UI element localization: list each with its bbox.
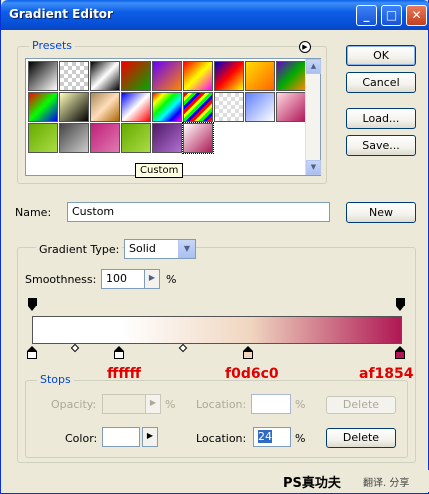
opacity-arrow-icon: ▶ bbox=[145, 394, 161, 414]
scroll-up-icon[interactable]: ▲ bbox=[306, 59, 321, 74]
minimize-icon[interactable]: _ bbox=[356, 5, 377, 26]
preset-swatch[interactable] bbox=[276, 61, 306, 91]
gradient-editor-window: Gradient Editor _ □ ✕ Presets ▶ ▲ ▼ Cust… bbox=[0, 0, 429, 494]
color-location-label: Location: bbox=[196, 432, 247, 445]
preset-swatch[interactable] bbox=[59, 92, 89, 122]
delete-opacity-button: Delete bbox=[326, 396, 396, 414]
preset-swatch[interactable] bbox=[152, 92, 182, 122]
preset-swatch[interactable] bbox=[28, 61, 58, 91]
maximize-icon[interactable]: □ bbox=[381, 5, 402, 26]
cancel-button[interactable]: Cancel bbox=[346, 72, 416, 93]
smoothness-unit: % bbox=[166, 273, 177, 286]
presets-label: Presets bbox=[29, 39, 76, 52]
opacity-stop-left[interactable] bbox=[28, 298, 37, 311]
color-stop-1[interactable] bbox=[114, 346, 124, 359]
presets-scrollbar[interactable]: ▲ ▼ bbox=[305, 59, 321, 175]
chevron-down-icon[interactable]: ▼ bbox=[178, 240, 195, 258]
preset-swatch[interactable] bbox=[59, 61, 89, 91]
gradient-preview-bar[interactable] bbox=[32, 316, 402, 344]
color-stop-3[interactable] bbox=[395, 346, 405, 359]
ok-button[interactable]: OK bbox=[346, 45, 416, 66]
scroll-down-icon[interactable]: ▼ bbox=[306, 160, 321, 175]
stops-label: Stops bbox=[37, 373, 74, 386]
preset-swatch[interactable] bbox=[121, 61, 151, 91]
presets-list[interactable]: ▲ ▼ bbox=[25, 58, 321, 176]
preset-swatch[interactable] bbox=[90, 92, 120, 122]
smoothness-label: Smoothness: bbox=[25, 273, 97, 286]
watermark-brand: PS真功夫 bbox=[283, 476, 341, 491]
preset-swatch[interactable] bbox=[276, 92, 306, 122]
preset-swatch[interactable] bbox=[245, 92, 275, 122]
watermark: PS真功夫 翻译. 分享 bbox=[253, 470, 429, 492]
new-button[interactable]: New bbox=[346, 202, 416, 223]
name-label: Name: bbox=[15, 206, 52, 219]
preset-swatch[interactable] bbox=[245, 61, 275, 91]
smoothness-input[interactable]: 100 bbox=[101, 269, 145, 289]
preset-swatch[interactable] bbox=[90, 123, 120, 153]
preset-swatch[interactable] bbox=[183, 92, 213, 122]
color-swatch[interactable] bbox=[102, 427, 140, 447]
color-stop-2[interactable] bbox=[243, 346, 253, 359]
color-arrow-icon[interactable]: ▶ bbox=[142, 427, 158, 447]
gradient-type-select[interactable]: Solid ▼ bbox=[124, 239, 196, 259]
opacity-unit: % bbox=[165, 398, 176, 411]
preset-swatch[interactable] bbox=[152, 123, 182, 153]
smoothness-arrow-icon[interactable]: ▶ bbox=[144, 269, 160, 289]
preset-swatch[interactable] bbox=[28, 123, 58, 153]
preset-swatch[interactable] bbox=[183, 61, 213, 91]
preset-swatch[interactable] bbox=[90, 61, 120, 91]
preset-tooltip: Custom bbox=[135, 163, 184, 178]
opacity-location-label: Location: bbox=[196, 398, 247, 411]
preset-swatch[interactable] bbox=[214, 92, 244, 122]
opacity-input bbox=[102, 394, 146, 414]
color-location-unit: % bbox=[295, 432, 306, 445]
save-button[interactable]: Save... bbox=[346, 135, 416, 156]
window-title: Gradient Editor bbox=[9, 7, 113, 21]
preset-swatch[interactable] bbox=[121, 92, 151, 122]
preset-swatch[interactable] bbox=[28, 92, 58, 122]
opacity-label: Opacity: bbox=[51, 398, 97, 411]
load-button[interactable]: Load... bbox=[346, 108, 416, 129]
preset-swatches bbox=[27, 60, 307, 160]
color-stop-start[interactable] bbox=[27, 346, 37, 359]
preset-swatch[interactable] bbox=[59, 123, 89, 153]
close-icon[interactable]: ✕ bbox=[406, 5, 427, 26]
preset-swatch[interactable] bbox=[152, 61, 182, 91]
preset-swatch[interactable] bbox=[214, 61, 244, 91]
presets-menu-icon[interactable]: ▶ bbox=[299, 41, 311, 53]
name-input[interactable]: Custom bbox=[67, 202, 330, 222]
opacity-location-unit: % bbox=[295, 398, 306, 411]
preset-swatch[interactable] bbox=[121, 123, 151, 153]
delete-color-button[interactable]: Delete bbox=[326, 428, 396, 448]
title-bar[interactable]: Gradient Editor _ □ ✕ bbox=[1, 0, 429, 30]
preset-swatch[interactable] bbox=[182, 122, 214, 154]
gradient-type-value: Solid bbox=[129, 242, 156, 255]
opacity-location-input bbox=[251, 394, 291, 414]
color-label: Color: bbox=[65, 432, 98, 445]
gradient-type-label: Gradient Type: bbox=[36, 243, 123, 256]
opacity-stop-right[interactable] bbox=[396, 298, 405, 311]
color-location-value: 24 bbox=[258, 430, 272, 443]
color-location-input[interactable]: 24 bbox=[253, 427, 291, 447]
watermark-tag: 翻译. 分享 bbox=[363, 478, 410, 489]
